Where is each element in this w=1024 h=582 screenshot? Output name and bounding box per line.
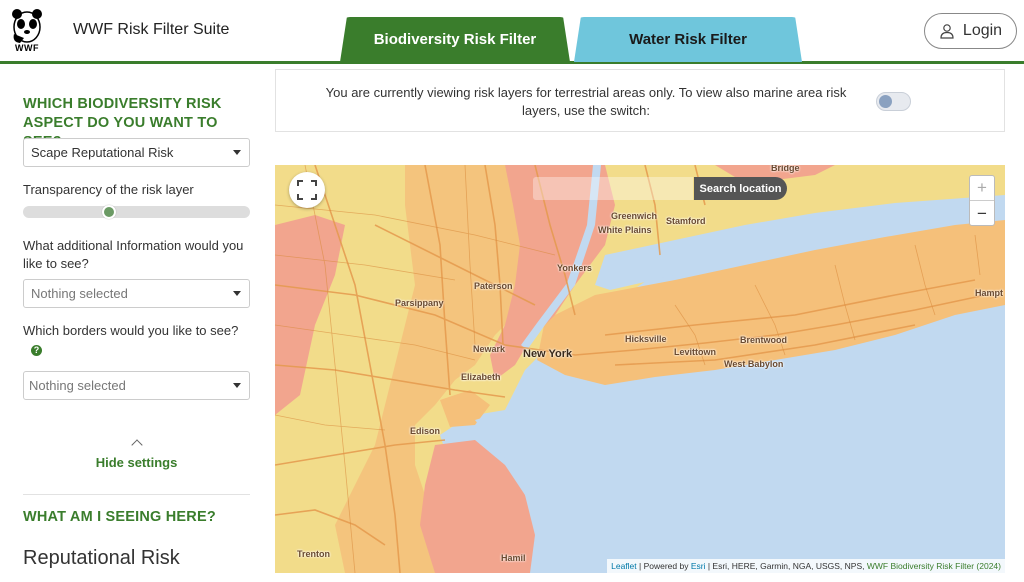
app-header: WWF WWF Risk Filter Suite Biodiversity R… (0, 0, 1024, 64)
place-label: Hampt (975, 288, 1004, 298)
additional-info-label: What additional Information would you li… (23, 238, 244, 271)
wwf-attribution-link[interactable]: WWF Biodiversity Risk Filter (2024) (867, 561, 1001, 571)
transparency-label: Transparency of the risk layer (23, 182, 194, 197)
tab-biodiversity-risk-filter[interactable]: Biodiversity Risk Filter (340, 17, 570, 62)
place-label-major: New York (523, 348, 573, 360)
hide-settings-label: Hide settings (95, 455, 178, 470)
login-button[interactable]: Login (924, 13, 1017, 49)
place-label: Parsippany (395, 298, 444, 308)
chevron-down-icon (233, 383, 241, 388)
login-label: Login (962, 22, 1003, 39)
terrestrial-notice: You are currently viewing risk layers fo… (275, 69, 1005, 132)
fullscreen-button[interactable] (289, 172, 325, 208)
place-label: Brentwood (740, 335, 787, 345)
place-label: Stamford (666, 216, 706, 226)
transparency-slider-handle[interactable] (102, 205, 116, 219)
risk-aspect-select[interactable]: Scape Reputational Risk (23, 138, 250, 167)
help-icon[interactable]: ? (31, 345, 42, 356)
zoom-in-button[interactable]: + (970, 176, 994, 201)
place-label: West Babylon (724, 359, 784, 369)
tab-label: Biodiversity Risk Filter (373, 31, 537, 48)
search-location-button[interactable]: Search location (694, 177, 787, 200)
attribution-sources: | Esri, HERE, Garmin, NGA, USGS, NPS, (705, 561, 867, 571)
borders-select-value: Nothing selected (29, 378, 126, 393)
settings-sidebar: WHICH BIODIVERSITY RISK ASPECT DO YOU WA… (0, 67, 262, 582)
notice-text: You are currently viewing risk layers fo… (325, 85, 847, 118)
leaflet-link[interactable]: Leaflet (611, 561, 637, 571)
marine-layers-toggle[interactable] (876, 92, 911, 111)
risk-aspect-select-value: Scape Reputational Risk (31, 145, 174, 160)
place-label: Bridge (771, 165, 800, 173)
borders-label: Which borders would you like to see? (23, 323, 239, 338)
tab-water-risk-filter[interactable]: Water Risk Filter (574, 17, 802, 62)
toggle-knob (879, 95, 892, 108)
reputational-risk-title: Reputational Risk (23, 547, 180, 569)
chevron-down-icon (233, 291, 241, 296)
map-attribution: Leaflet | Powered by Esri | Esri, HERE, … (607, 559, 1005, 573)
place-label: Hicksville (625, 334, 667, 344)
app-title[interactable]: WWF Risk Filter Suite (73, 21, 229, 39)
transparency-slider[interactable] (23, 205, 250, 219)
place-label: Levittown (674, 347, 716, 357)
place-label: White Plains (598, 225, 652, 235)
place-label: Newark (473, 344, 506, 354)
place-label: Hamil (501, 553, 526, 563)
place-label: Yonkers (557, 263, 592, 273)
sidebar-divider (23, 494, 250, 495)
esri-link[interactable]: Esri (691, 561, 706, 571)
zoom-out-button[interactable]: − (970, 201, 994, 226)
hide-settings-button[interactable]: Hide settings (23, 439, 250, 472)
place-label: Edison (410, 426, 441, 436)
fullscreen-icon (297, 180, 317, 200)
user-icon (940, 24, 954, 39)
zoom-control: + − (969, 175, 995, 226)
borders-select[interactable]: Nothing selected (23, 371, 250, 400)
additional-info-select-value: Nothing selected (31, 286, 128, 301)
what-am-i-seeing-heading: WHAT AM I SEEING HERE? (23, 509, 216, 525)
place-label: Trenton (297, 549, 330, 559)
attribution-text: | Powered by (636, 561, 691, 571)
place-label: Greenwich (611, 211, 658, 221)
chevron-up-icon (130, 439, 143, 451)
wwf-logo-text: WWF (15, 43, 39, 53)
chevron-down-icon (233, 150, 241, 155)
risk-map[interactable]: Bridge Greenwich Stamford White Plains Y… (275, 165, 1005, 573)
tab-label: Water Risk Filter (629, 31, 747, 48)
place-label: Paterson (474, 281, 513, 291)
place-label: Elizabeth (461, 372, 501, 382)
additional-info-select[interactable]: Nothing selected (23, 279, 250, 308)
search-location-input[interactable] (533, 177, 693, 200)
